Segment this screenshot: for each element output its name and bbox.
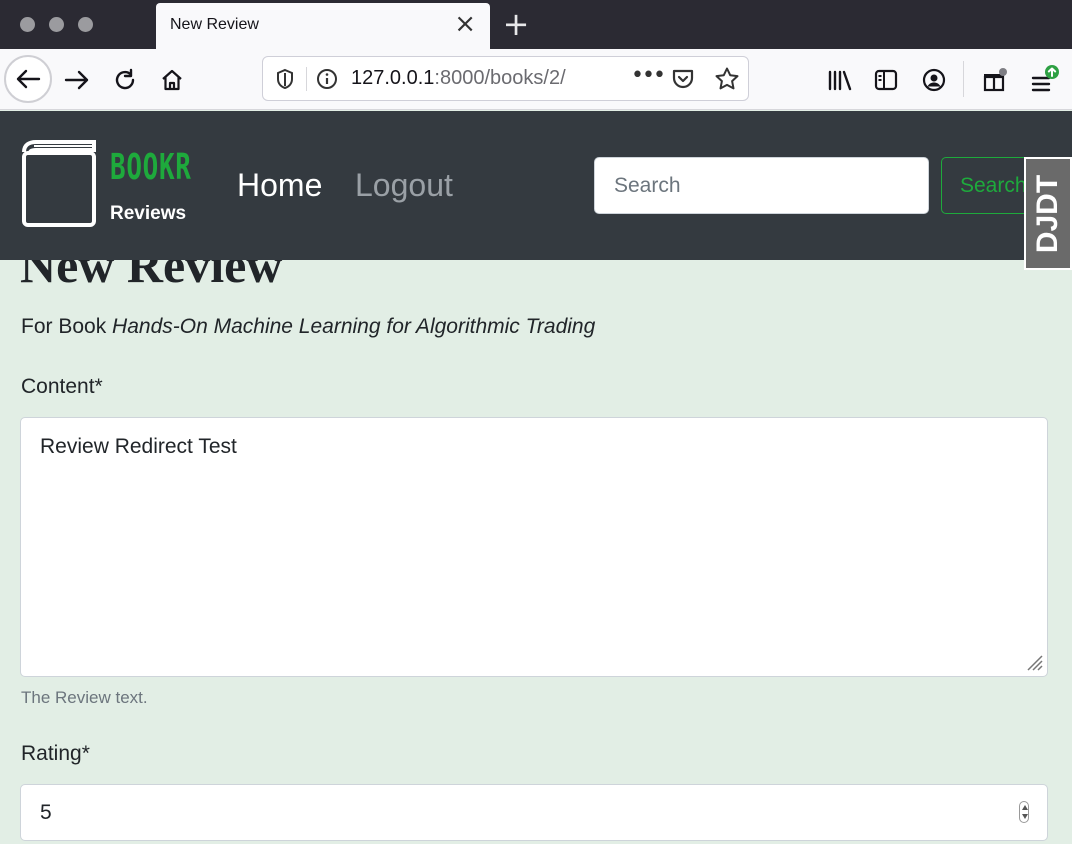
hamburger-menu-icon: [1031, 65, 1059, 92]
content-textarea[interactable]: Review Redirect Test: [20, 417, 1048, 677]
book-title: Hands-On Machine Learning for Algorithmi…: [112, 315, 596, 338]
review-form-page: New Review For Book Hands-On Machine Lea…: [0, 260, 1072, 844]
new-tab-icon[interactable]: +: [500, 5, 532, 43]
browser-tab[interactable]: New Review ×: [156, 3, 490, 49]
sidebar-icon: [874, 69, 898, 91]
tab-title: New Review: [170, 16, 259, 33]
library-icon: [828, 70, 852, 91]
account-button[interactable]: [917, 63, 951, 97]
gift-icon: [983, 68, 1007, 92]
search-input[interactable]: [594, 157, 929, 214]
debug-toolbar-handle[interactable]: DJDT: [1024, 157, 1072, 270]
reload-icon: [115, 68, 135, 90]
window-maximize-dot[interactable]: [78, 17, 93, 32]
content-field-label: Content*: [21, 375, 103, 398]
brand-name[interactable]: BOOKR: [110, 147, 192, 188]
address-bar-divider: [306, 67, 307, 91]
tab-close-icon[interactable]: ×: [454, 11, 476, 37]
sidebar-toggle-button[interactable]: [869, 63, 903, 97]
resize-grip-icon[interactable]: [1024, 652, 1044, 672]
home-icon: [162, 69, 182, 91]
toolbar-divider: [963, 61, 964, 97]
whats-new-button[interactable]: [978, 63, 1012, 97]
window-minimize-dot[interactable]: [49, 17, 64, 32]
library-button[interactable]: [823, 63, 857, 97]
debug-toolbar-label: DJDT: [1031, 174, 1064, 253]
pocket-icon[interactable]: [671, 67, 695, 91]
back-button[interactable]: [4, 55, 52, 103]
nav-link-logout[interactable]: Logout: [355, 167, 453, 204]
site-info-icon[interactable]: [316, 68, 338, 90]
back-arrow-icon: [16, 69, 41, 89]
browser-toolbar: 127.0.0.1:8000/books/2/ •••: [0, 49, 1072, 110]
content-help-text: The Review text.: [21, 688, 148, 707]
book-subtitle: For Book Hands-On Machine Learning for A…: [21, 315, 595, 339]
app-menu-button[interactable]: [1026, 61, 1064, 99]
subtitle-prefix: For Book: [21, 315, 113, 338]
url-host: 127.0.0.1: [351, 67, 435, 89]
browser-tab-strip: New Review × +: [0, 0, 1072, 49]
nav-link-home[interactable]: Home: [237, 167, 322, 204]
reload-button[interactable]: [108, 63, 142, 97]
app-navbar: BOOKR Reviews Home Logout Search: [0, 111, 1072, 260]
book-logo-icon[interactable]: [20, 139, 98, 229]
home-button[interactable]: [155, 63, 189, 97]
brand-subtitle[interactable]: Reviews: [110, 203, 186, 225]
url-path: :8000/books/2/: [434, 67, 566, 89]
forward-arrow-icon: [64, 70, 89, 90]
rating-value: 5: [40, 801, 52, 824]
page-actions-menu-icon[interactable]: •••: [631, 63, 666, 88]
rating-input[interactable]: 5: [20, 784, 1048, 841]
rating-field-label: Rating*: [21, 742, 90, 765]
tracking-shield-icon[interactable]: [275, 68, 295, 90]
page-title: New Review: [20, 260, 283, 293]
bookmark-star-icon[interactable]: [714, 66, 740, 92]
window-close-dot[interactable]: [20, 17, 35, 32]
url-text[interactable]: 127.0.0.1:8000/books/2/: [351, 67, 566, 90]
address-bar[interactable]: 127.0.0.1:8000/books/2/ •••: [262, 56, 749, 101]
forward-button[interactable]: [60, 63, 94, 97]
number-spinner-icon[interactable]: [1019, 801, 1029, 823]
account-icon: [922, 68, 946, 92]
